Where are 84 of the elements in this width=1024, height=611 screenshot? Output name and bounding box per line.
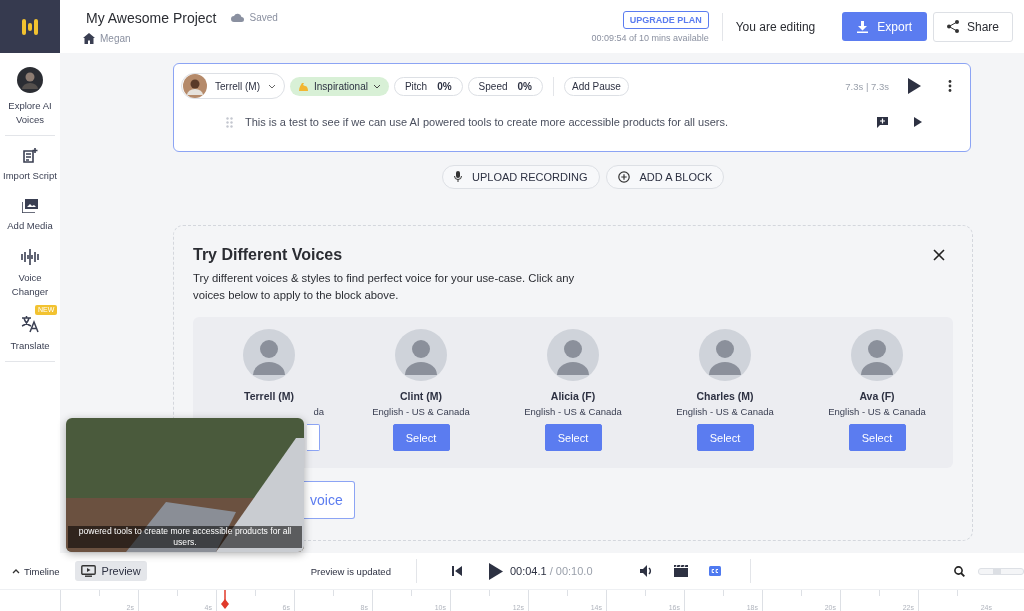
plus-circle-icon bbox=[617, 171, 630, 183]
preview-button[interactable]: Preview bbox=[74, 561, 147, 582]
playhead-marker[interactable] bbox=[220, 590, 231, 610]
speed-control[interactable]: Speed 0% bbox=[467, 76, 543, 96]
home-icon[interactable] bbox=[83, 32, 95, 44]
panel-description: Try different voices & styles to find perfect voice for your use-case. Click any voices below to apply to the block above. bbox=[193, 271, 576, 303]
video-preview[interactable]: powered tools to create more accessible products for all users. bbox=[66, 418, 304, 552]
sidebar-label: Add Media bbox=[6, 219, 54, 233]
more-icon[interactable] bbox=[948, 80, 952, 92]
voice-name: Alicia (F) bbox=[550, 390, 596, 402]
avatar-icon bbox=[395, 329, 447, 381]
cloud-icon bbox=[231, 13, 245, 22]
chevron-down-icon bbox=[372, 83, 381, 89]
style-dropdown[interactable]: Inspirational bbox=[290, 76, 389, 96]
share-icon bbox=[946, 20, 959, 33]
chevron-up-icon bbox=[12, 568, 20, 574]
monitor-play-icon bbox=[80, 565, 96, 578]
voice-language: English - US & Canada bbox=[828, 406, 926, 417]
comment-add-icon[interactable] bbox=[877, 116, 888, 128]
upgrade-plan-button[interactable]: UPGRADE PLAN bbox=[622, 10, 709, 29]
video-caption: powered tools to create more accessible products for all users. bbox=[68, 526, 302, 548]
playback-time: 00:04.1 / 00:10.0 bbox=[509, 565, 593, 578]
media-library-icon bbox=[22, 199, 38, 213]
avatar-icon bbox=[699, 329, 751, 381]
sidebar-label: Voice Changer bbox=[10, 271, 50, 299]
chevron-down-icon bbox=[268, 83, 276, 89]
voice-language: English - US & Canada bbox=[676, 406, 774, 417]
app-logo[interactable] bbox=[0, 0, 60, 53]
sidebar-label: Explore AI Voices bbox=[7, 99, 53, 127]
voice-name: Ava (F) bbox=[859, 390, 895, 402]
voice-button[interactable]: voice bbox=[304, 481, 355, 519]
avatar-icon bbox=[547, 329, 599, 381]
waveform-icon bbox=[21, 249, 39, 265]
skip-back-icon[interactable] bbox=[451, 566, 462, 577]
project-title[interactable]: My Awesome Project bbox=[86, 9, 217, 26]
close-icon[interactable] bbox=[933, 249, 945, 261]
select-button[interactable]: Select bbox=[696, 424, 754, 451]
download-icon bbox=[857, 20, 869, 33]
voice-name: Terrell (M) bbox=[244, 390, 294, 402]
zoom-slider[interactable] bbox=[977, 567, 1024, 575]
logo-icon bbox=[20, 16, 40, 37]
editing-status: You are editing bbox=[735, 19, 816, 34]
avatar-icon bbox=[243, 329, 295, 381]
export-button[interactable]: Export bbox=[842, 12, 927, 41]
play-icon[interactable] bbox=[908, 78, 921, 94]
save-status: Saved bbox=[249, 12, 278, 23]
sidebar-item[interactable]: Add Media bbox=[0, 199, 60, 233]
sidebar-label: Import Script bbox=[2, 169, 58, 183]
pitch-control[interactable]: Pitch 0% bbox=[393, 76, 463, 96]
microphone-icon bbox=[454, 171, 462, 183]
captions-icon[interactable] bbox=[708, 566, 721, 577]
voice-language: English - US & Canada bbox=[372, 406, 470, 417]
share-button[interactable]: Share bbox=[932, 11, 1013, 42]
avatar-icon bbox=[183, 74, 207, 98]
usage-text: 00:09:54 of 10 mins available bbox=[591, 32, 709, 43]
timeline-toggle[interactable]: Timeline bbox=[6, 564, 66, 578]
clapperboard-icon[interactable] bbox=[673, 565, 688, 578]
voice-name: Clint (M) bbox=[400, 390, 442, 402]
duration-text: 7.3s | 7.3s bbox=[845, 80, 889, 92]
voice-language: English - US & Canada bbox=[524, 406, 622, 417]
script-text[interactable]: This is a test to see if we can use AI powered tools to create more accessible products for all users. bbox=[245, 116, 877, 128]
panel-title: Try Different Voices bbox=[193, 246, 343, 264]
sidebar-item[interactable]: Explore AI Voices bbox=[0, 67, 60, 127]
volume-icon[interactable] bbox=[639, 565, 653, 578]
play-icon[interactable] bbox=[914, 117, 922, 127]
add-block-button[interactable]: ADD A BLOCK bbox=[605, 165, 725, 189]
sidebar-item[interactable]: Voice Changer bbox=[0, 249, 60, 299]
sidebar-item[interactable]: Import Script bbox=[0, 148, 60, 183]
add-pause-button[interactable]: Add Pause bbox=[564, 76, 629, 96]
select-button[interactable]: Select bbox=[544, 424, 602, 451]
drag-handle-icon[interactable] bbox=[226, 116, 233, 128]
upload-recording-button[interactable]: UPLOAD RECORDING bbox=[442, 165, 600, 189]
zoom-icon[interactable] bbox=[953, 565, 965, 577]
play-icon[interactable] bbox=[488, 562, 503, 580]
document-add-icon bbox=[22, 148, 38, 163]
sidebar-label: Translate bbox=[9, 339, 51, 353]
avatar-icon bbox=[17, 67, 43, 93]
avatar-icon bbox=[851, 329, 903, 381]
select-button[interactable]: Select bbox=[392, 424, 450, 451]
voice-name: Charles (M) bbox=[696, 390, 754, 402]
preview-status: Preview is updated bbox=[310, 565, 391, 577]
voice-language: da bbox=[313, 406, 324, 417]
select-button[interactable]: Select bbox=[848, 424, 906, 451]
translate-icon bbox=[21, 315, 39, 333]
